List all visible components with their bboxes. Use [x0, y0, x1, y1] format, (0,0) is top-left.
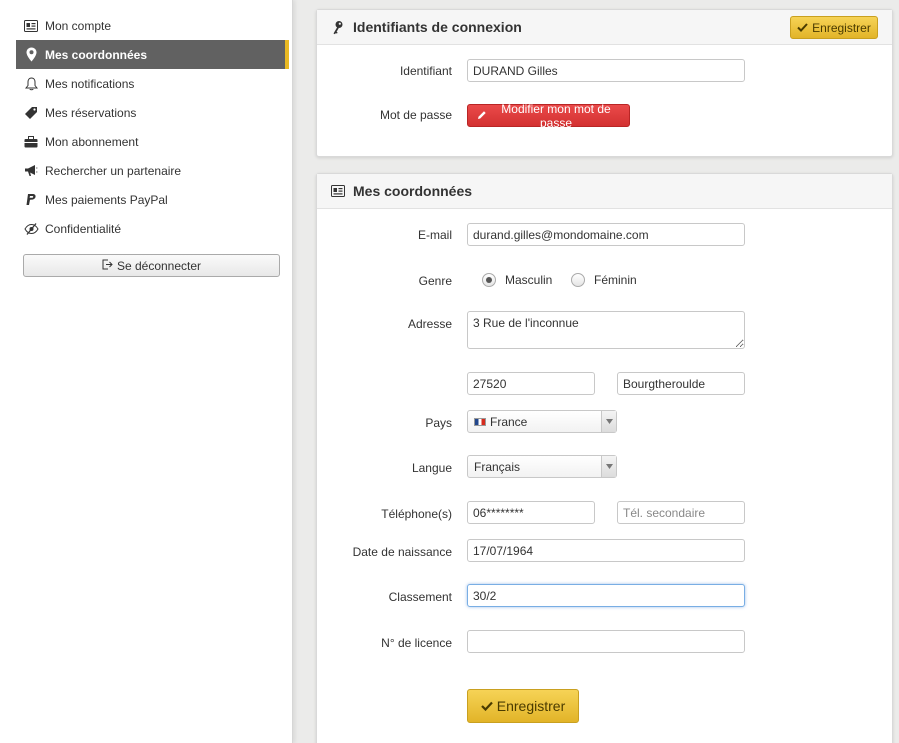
gender-male-radio[interactable]: Masculin — [482, 273, 552, 287]
eye-slash-icon — [23, 221, 39, 237]
sidebar-item-label: Mon abonnement — [45, 134, 139, 149]
sidebar-item-label: Mes réservations — [45, 105, 137, 120]
map-pin-icon — [23, 47, 39, 63]
language-select[interactable]: Français — [467, 455, 617, 478]
key-icon — [330, 19, 346, 35]
sidebar-item-label: Mes coordonnées — [45, 47, 148, 62]
license-label: N° de licence — [381, 636, 452, 650]
country-label: Pays — [425, 416, 452, 430]
logout-button[interactable]: Se déconnecter — [23, 254, 280, 277]
paypal-icon — [23, 192, 39, 208]
birthdate-label: Date de naissance — [352, 545, 452, 559]
language-value: Français — [474, 459, 521, 474]
chevron-down-icon — [601, 411, 616, 432]
sidebar-item-mon-compte[interactable]: Mon compte — [16, 11, 289, 40]
sidebar-item-paiements-paypal[interactable]: Mes paiements PayPal — [16, 185, 289, 214]
sidebar-item-label: Confidentialité — [45, 221, 122, 236]
email-field[interactable] — [467, 223, 745, 246]
id-card-icon — [23, 18, 39, 34]
save-contact-button[interactable]: Enregistrer — [467, 689, 579, 723]
language-label: Langue — [411, 461, 452, 475]
check-icon — [480, 698, 493, 714]
panel-title: Identifiants de connexion — [353, 19, 522, 35]
tag-icon — [23, 105, 39, 121]
pencil-icon — [477, 109, 487, 123]
radio-dot — [482, 273, 496, 287]
logout-label: Se déconnecter — [116, 258, 202, 273]
panel-header: Identifiants de connexion Enregistrer — [317, 10, 892, 45]
contact-details-panel: Mes coordonnées E-mail Genre Masculin Fé… — [316, 173, 893, 743]
ranking-label: Classement — [388, 590, 452, 604]
license-field[interactable] — [467, 630, 745, 653]
change-password-label: Modifier mon mot de passe — [501, 101, 611, 130]
save-label: Enregistrer — [812, 20, 871, 35]
phone-field[interactable] — [467, 501, 595, 524]
france-flag-icon — [474, 417, 486, 426]
secondary-phone-field[interactable] — [617, 501, 745, 524]
sign-out-icon — [102, 259, 113, 273]
sidebar-item-mes-reservations[interactable]: Mes réservations — [16, 98, 289, 127]
save-label: Enregistrer — [496, 698, 566, 714]
change-password-button[interactable]: Modifier mon mot de passe — [467, 101, 630, 130]
gender-label: Genre — [418, 274, 452, 288]
megaphone-icon — [23, 163, 39, 179]
sidebar-nav: Mon compte Mes coordonnées Mes notificat… — [0, 0, 292, 243]
sidebar-item-label: Mon compte — [45, 18, 112, 33]
country-value: France — [490, 414, 528, 429]
sidebar: Mon compte Mes coordonnées Mes notificat… — [0, 0, 293, 743]
phone-label: Téléphone(s) — [381, 507, 452, 521]
id-card-icon — [330, 183, 346, 199]
address-label: Adresse — [407, 317, 452, 331]
city-field[interactable] — [617, 372, 745, 395]
sidebar-item-confidentialite[interactable]: Confidentialité — [16, 214, 289, 243]
gender-female-label: Féminin — [594, 273, 637, 287]
radio-dot — [571, 273, 585, 287]
email-label: E-mail — [417, 228, 452, 242]
bell-icon — [23, 76, 39, 92]
postal-code-field[interactable] — [467, 372, 595, 395]
save-credentials-button[interactable]: Enregistrer — [790, 16, 878, 39]
identifier-field[interactable] — [467, 59, 745, 82]
sidebar-item-mes-coordonnees[interactable]: Mes coordonnées — [16, 40, 289, 69]
sidebar-item-rechercher-partenaire[interactable]: Rechercher un partenaire — [16, 156, 289, 185]
gender-female-radio[interactable]: Féminin — [571, 273, 637, 287]
sidebar-item-label: Mes paiements PayPal — [45, 192, 168, 207]
login-credentials-panel: Identifiants de connexion Enregistrer Id… — [316, 9, 893, 157]
check-icon — [797, 21, 808, 35]
password-label: Mot de passe — [379, 108, 452, 122]
panel-header: Mes coordonnées — [317, 174, 892, 209]
birthdate-field[interactable] — [467, 539, 745, 562]
country-select[interactable]: France — [467, 410, 617, 433]
ranking-field[interactable] — [467, 584, 745, 607]
address-field[interactable]: 3 Rue de l'inconnue — [467, 311, 745, 349]
sidebar-item-mon-abonnement[interactable]: Mon abonnement — [16, 127, 289, 156]
sidebar-item-label: Rechercher un partenaire — [45, 163, 182, 178]
panel-title: Mes coordonnées — [353, 183, 473, 199]
sidebar-item-label: Mes notifications — [45, 76, 135, 91]
briefcase-icon — [23, 134, 39, 150]
sidebar-item-mes-notifications[interactable]: Mes notifications — [16, 69, 289, 98]
chevron-down-icon — [601, 456, 616, 477]
identifier-label: Identifiant — [399, 64, 452, 78]
gender-male-label: Masculin — [505, 273, 553, 287]
